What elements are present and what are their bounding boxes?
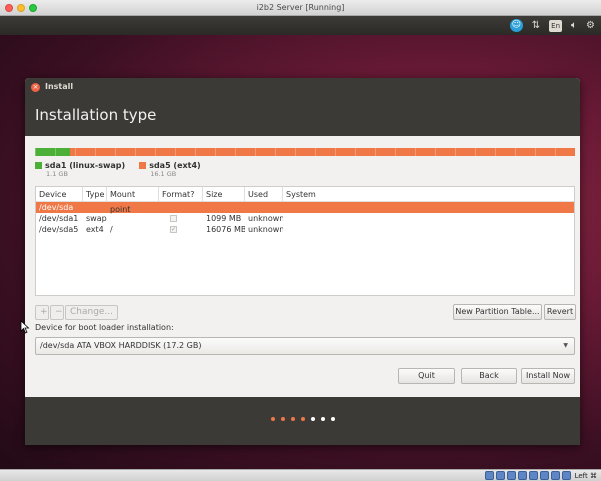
revert-button[interactable]: Revert — [544, 304, 576, 320]
display-icon[interactable] — [528, 471, 538, 480]
back-button[interactable]: Back — [461, 368, 517, 384]
progress-dot — [320, 417, 325, 421]
format-checkbox[interactable]: ✓ — [170, 226, 177, 233]
cell-size — [203, 202, 245, 213]
cell-system — [283, 202, 574, 213]
column-header-type[interactable]: Type — [83, 187, 107, 201]
cell-system — [283, 224, 574, 235]
host-window-title: i2b2 Server [Running] — [256, 3, 345, 12]
cell-mount — [107, 213, 159, 224]
ubuntu-top-panel: ☺ ⇅ En 🔈︎ ⚙ — [0, 16, 601, 35]
dropdown-arrow-icon: ▼ — [563, 342, 568, 349]
installer-close-icon[interactable]: × — [31, 83, 40, 92]
cell-mount: / — [110, 225, 113, 234]
legend-item-sda5: sda5 (ext4) 16.1 GB — [139, 161, 201, 178]
recording-icon[interactable] — [550, 471, 560, 480]
page-title: Installation type — [35, 106, 157, 124]
partition-tools: + − Change... — [35, 305, 119, 320]
installer-window-label: Install — [45, 82, 74, 91]
partition-legend: sda1 (linux-swap) 1.1 GB sda5 (ext4) 16.… — [35, 161, 201, 178]
cell-size: 16076 MB — [206, 225, 245, 234]
host-key-label: Left ⌘ — [574, 471, 597, 480]
column-header-mount-point[interactable]: Mount point — [107, 187, 159, 214]
cell-device: /dev/sda5 — [39, 225, 79, 234]
progress-dots — [25, 417, 580, 421]
cell-format — [159, 202, 203, 213]
new-partition-table-button[interactable]: New Partition Table... — [453, 304, 542, 320]
change-partition-button[interactable]: Change... — [65, 305, 119, 320]
hard-disk-icon[interactable] — [484, 471, 494, 480]
network-adapter-icon[interactable] — [539, 471, 549, 480]
legend-size-sda5: 16.1 GB — [150, 170, 177, 178]
column-header-format[interactable]: Format? — [159, 187, 203, 201]
cell-device: /dev/sda — [39, 203, 74, 212]
cell-type: swap — [86, 214, 107, 223]
table-row[interactable]: /dev/sda — [36, 202, 574, 213]
partition-bar-ticks — [35, 148, 575, 156]
quit-button[interactable]: Quit — [398, 368, 455, 384]
legend-name-sda1: sda1 (linux-swap) — [45, 161, 126, 170]
column-header-size[interactable]: Size — [203, 187, 245, 201]
cell-mount — [107, 202, 159, 213]
cell-type — [83, 202, 107, 213]
optical-drive-icon[interactable] — [495, 471, 505, 480]
column-header-used[interactable]: Used — [245, 187, 283, 201]
vm-status-bar: Left ⌘ — [0, 469, 601, 481]
accessibility-icon[interactable]: ☺ — [509, 19, 523, 32]
legend-swatch-sda1 — [35, 162, 42, 169]
cell-used: unknown — [248, 225, 283, 234]
mouse-cursor-icon — [20, 320, 30, 334]
format-checkbox[interactable] — [170, 215, 177, 222]
cell-format — [159, 213, 203, 224]
cell-type: ext4 — [86, 225, 104, 234]
column-header-device[interactable]: Device — [36, 187, 83, 201]
cell-device: /dev/sda1 — [39, 214, 79, 223]
progress-dot — [290, 417, 295, 421]
install-now-button[interactable]: Install Now — [521, 368, 575, 384]
mouse-integration-icon[interactable] — [561, 471, 571, 480]
keyboard-layout-indicator[interactable]: En — [549, 19, 563, 32]
partition-table: Device Type Mount point Format? Size Use… — [35, 186, 575, 296]
add-partition-button[interactable]: + — [35, 305, 49, 320]
table-header: Device Type Mount point Format? Size Use… — [36, 187, 574, 214]
legend-size-sda1: 1.1 GB — [46, 170, 68, 178]
cell-used: unknown — [248, 214, 283, 223]
legend-swatch-sda5 — [139, 162, 147, 169]
table-row[interactable]: /dev/sda1 swap 1099 MB unknown — [36, 213, 574, 224]
cell-system — [283, 213, 574, 224]
installer-window: × Install Installation type sda1 (linux-… — [25, 78, 580, 445]
table-row[interactable]: /dev/sda5 ext4 / ✓ 16076 MB unknown — [36, 224, 574, 235]
installer-footer — [25, 397, 580, 445]
cell-format: ✓ — [159, 224, 203, 235]
remove-partition-button[interactable]: − — [50, 305, 64, 320]
usb-icon[interactable] — [506, 471, 516, 480]
cell-size: 1099 MB — [206, 214, 242, 223]
column-header-system[interactable]: System — [283, 187, 574, 201]
boot-loader-device-select[interactable]: /dev/sda ATA VBOX HARDDISK (17.2 GB) ▼ — [35, 337, 575, 355]
installer-header: × Install Installation type — [25, 78, 580, 136]
boot-loader-label: Device for boot loader installation: — [35, 323, 174, 332]
partition-bar — [35, 148, 575, 156]
progress-dot — [310, 417, 315, 421]
host-titlebar: i2b2 Server [Running] — [0, 0, 601, 16]
progress-dot — [330, 417, 335, 421]
progress-dot — [300, 417, 305, 421]
legend-name-sda5: sda5 (ext4) — [149, 161, 201, 170]
progress-dot — [270, 417, 275, 421]
progress-dot — [280, 417, 285, 421]
shared-folders-icon[interactable] — [517, 471, 527, 480]
volume-icon[interactable]: 🔈︎ — [571, 19, 577, 32]
settings-gear-icon[interactable]: ⚙ — [586, 19, 595, 32]
legend-item-sda1: sda1 (linux-swap) 1.1 GB — [35, 161, 125, 178]
network-icon[interactable]: ⇅ — [532, 19, 540, 32]
boot-loader-device-value: /dev/sda ATA VBOX HARDDISK (17.2 GB) — [40, 341, 202, 350]
cell-used — [245, 202, 283, 213]
